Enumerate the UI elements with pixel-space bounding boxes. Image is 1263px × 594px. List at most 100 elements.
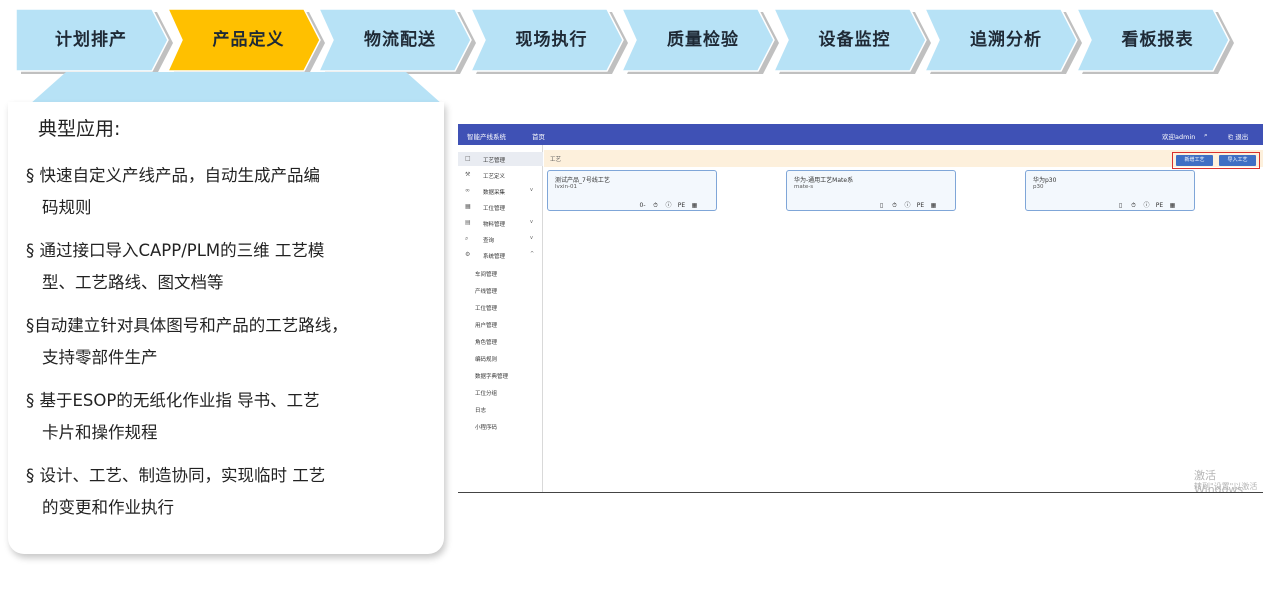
card-title: 典型应用: (38, 118, 121, 140)
step-8[interactable]: 看板报表 (1076, 9, 1239, 75)
sidebar-sub-item[interactable]: 车间管理 (475, 270, 497, 278)
product-card[interactable]: 测试产品_7号线工艺 lvxin-01 0- ⏱ ⓘ PE ▦ (547, 170, 717, 211)
process-step-ribbon: 计划排产 产品定义 物流配送 现场执行 质量检验 设备监控 追溯分析 看板报表 (16, 9, 1246, 77)
bullet-item: § 快速自定义产线产品，自动生成产品编 码规则 (26, 160, 396, 224)
windows-watermark-sub: 转到"设置"以激活 Windows。 (1194, 482, 1258, 491)
bullet-line: 卡片和操作规程 (42, 423, 158, 442)
bullet-line: § 设计、工艺、制造协同，实现临时 工艺 (26, 466, 326, 485)
search-icon[interactable]: ⌕ (1204, 131, 1208, 140)
gear-icon: ⚙ (465, 251, 471, 258)
bullet-line: § 快速自定义产线产品，自动生成产品编 (26, 166, 320, 185)
user-greeting: 欢迎admin (1162, 133, 1196, 141)
sidebar-sub-item[interactable]: 用户管理 (475, 321, 497, 329)
sidebar-item-station[interactable]: ▦ 工位管理 (458, 200, 543, 214)
copy-icon[interactable]: ▯ (1114, 202, 1127, 209)
step-label: 追溯分析 (970, 30, 1042, 50)
sidebar-item-query[interactable]: ⌕ 查询 v (458, 232, 543, 246)
bullet-line: §自动建立针对具体图号和产品的工艺路线， (26, 316, 348, 335)
sidebar-item-label: 查询 (483, 238, 495, 244)
highlighted-button-group: 新增工艺 导入工艺 (1172, 152, 1260, 169)
chevron-down-icon: v (530, 219, 533, 225)
exit-icon: ⎗ (1228, 133, 1234, 141)
sidebar-sub-item[interactable]: 日志 (475, 406, 486, 414)
step-label: 质量检验 (667, 30, 739, 50)
sidebar-item-label: 数据采集 (483, 190, 506, 196)
bullet-line: 型、工艺路线、图文档等 (42, 273, 224, 292)
grid-icon[interactable]: ▦ (927, 202, 940, 209)
step-label: 产品定义 (212, 30, 285, 50)
step-label: 看板报表 (1121, 30, 1194, 50)
sidebar-item-label: 工艺定义 (483, 174, 506, 180)
clock-icon[interactable]: ⏱ (649, 202, 662, 210)
grid-icon[interactable]: ▦ (688, 202, 701, 209)
step-6[interactable]: 设备监控 (773, 9, 936, 75)
sidebar-sub-item[interactable]: 编码规则 (475, 355, 497, 363)
app-main: 工艺 新增工艺 导入工艺 测试产品_7号线工艺 lvxin-01 0- ⏱ ⓘ PE ▦… (544, 145, 1263, 492)
product-title: 华为-通用工艺Mate系 (794, 177, 854, 184)
pe-icon[interactable]: PE (1153, 202, 1166, 209)
bullet-item: §自动建立针对具体图号和产品的工艺路线， 支持零部件生产 (26, 310, 396, 374)
sidebar-item-label: 工艺管理 (483, 158, 506, 164)
slide: 计划排产 产品定义 物流配送 现场执行 质量检验 设备监控 追溯分析 看板报表 典型应用: §… (0, 0, 1263, 594)
bullet-line: 码规则 (42, 198, 92, 217)
step-4[interactable]: 现场执行 (470, 9, 633, 75)
product-actions: 0- ⏱ ⓘ PE ▦ (636, 200, 701, 210)
bullet-item: § 设计、工艺、制造协同，实现临时 工艺 的变更和作业执行 (26, 460, 396, 524)
bullet-line: § 基于ESOP的无纸化作业指 导书、工艺 (26, 391, 320, 410)
exit-label: 退出 (1235, 133, 1249, 141)
nav-home-link[interactable]: 首页 (532, 131, 545, 141)
sidebar-sub-item[interactable]: 角色管理 (475, 338, 497, 346)
info-icon[interactable]: ⓘ (901, 200, 914, 209)
info-icon[interactable]: ⓘ (662, 200, 675, 209)
add-process-button[interactable]: 新增工艺 (1176, 155, 1213, 166)
sidebar-sub-item[interactable]: 工位管理 (475, 304, 497, 312)
book-icon: □ (465, 155, 471, 162)
breadcrumb-bar: 工艺 新增工艺 导入工艺 (544, 150, 1263, 169)
sidebar-item-label: 工位管理 (483, 206, 506, 212)
sidebar-sub-item[interactable]: 产线管理 (475, 287, 497, 295)
copy-icon[interactable]: ▯ (875, 202, 888, 209)
import-process-button[interactable]: 导入工艺 (1219, 155, 1256, 166)
exit-button[interactable]: ⎗ 退出 (1228, 131, 1248, 142)
app-sidebar: □ 工艺管理 ⚒ 工艺定义 ∞ 数据采集 v ▦ 工位管理 ▤ 物料管理 v ⌕… (458, 145, 543, 492)
sidebar-item-label: 物料管理 (483, 222, 506, 228)
sidebar-sub-item[interactable]: 数据字典管理 (475, 372, 508, 380)
bullet-line: 的变更和作业执行 (42, 498, 174, 517)
app-title: 智能产线系统 (467, 133, 506, 141)
bullet-line: § 通过接口导入CAPP/PLM的三维 工艺模 (26, 241, 325, 260)
clock-icon[interactable]: ⏱ (888, 202, 901, 210)
search-icon: ⌕ (465, 235, 469, 242)
bullet-item: § 通过接口导入CAPP/PLM的三维 工艺模 型、工艺路线、图文档等 (26, 235, 396, 299)
typical-applications-card: 典型应用: § 快速自定义产线产品，自动生成产品编 码规则 § 通过接口导入CA… (8, 72, 448, 558)
bullet-list: § 快速自定义产线产品，自动生成产品编 码规则 § 通过接口导入CAPP/PLM… (26, 160, 396, 535)
pe-icon[interactable]: PE (675, 202, 688, 209)
product-actions: ▯ ⏱ ⓘ PE ▦ (875, 200, 940, 210)
step-3[interactable]: 物流配送 (319, 9, 481, 75)
sidebar-item-data-collect[interactable]: ∞ 数据采集 v (458, 184, 543, 198)
breadcrumb: 工艺 (550, 157, 562, 163)
pe-icon[interactable]: PE (914, 202, 927, 209)
chevron-down-icon: v (530, 187, 533, 193)
step-2[interactable]: 产品定义 (167, 9, 330, 75)
clock-icon[interactable]: ⏱ (1127, 202, 1140, 210)
grid-icon[interactable]: ▦ (1166, 202, 1179, 209)
sidebar-item-material[interactable]: ▤ 物料管理 v (458, 216, 543, 230)
sidebar-item-process-def[interactable]: ⚒ 工艺定义 (458, 168, 543, 182)
sidebar-item-system[interactable]: ⚙ 系统管理 ^ (458, 248, 543, 262)
bullet-line: 支持零部件生产 (42, 348, 158, 367)
product-card[interactable]: 华为-通用工艺Mate系 mate-s ▯ ⏱ ⓘ PE ▦ (786, 170, 956, 211)
product-card[interactable]: 华为p30 p30 ▯ ⏱ ⓘ PE ▦ (1025, 170, 1195, 211)
sidebar-sub-item[interactable]: 小程序码 (475, 423, 497, 431)
sidebar-item-label: 系统管理 (483, 254, 506, 260)
step-label: 计划排产 (55, 30, 127, 50)
step-7[interactable]: 追溯分析 (925, 9, 1087, 75)
sidebar-item-process-mgmt[interactable]: □ 工艺管理 (458, 152, 543, 166)
copy-icon[interactable]: 0- (636, 202, 649, 209)
step-5[interactable]: 质量检验 (622, 9, 784, 75)
app-screenshot: 智能产线系统 首页 欢迎admin ⌕ ⎗ 退出 □ 工艺管理 ⚒ 工艺定义 ∞… (458, 124, 1263, 493)
table-icon: ▤ (465, 219, 471, 226)
info-icon[interactable]: ⓘ (1140, 200, 1153, 209)
sidebar-sub-item[interactable]: 工位分组 (475, 389, 497, 397)
step-1[interactable]: 计划排产 (16, 9, 178, 75)
product-code: p30 (1033, 184, 1044, 190)
